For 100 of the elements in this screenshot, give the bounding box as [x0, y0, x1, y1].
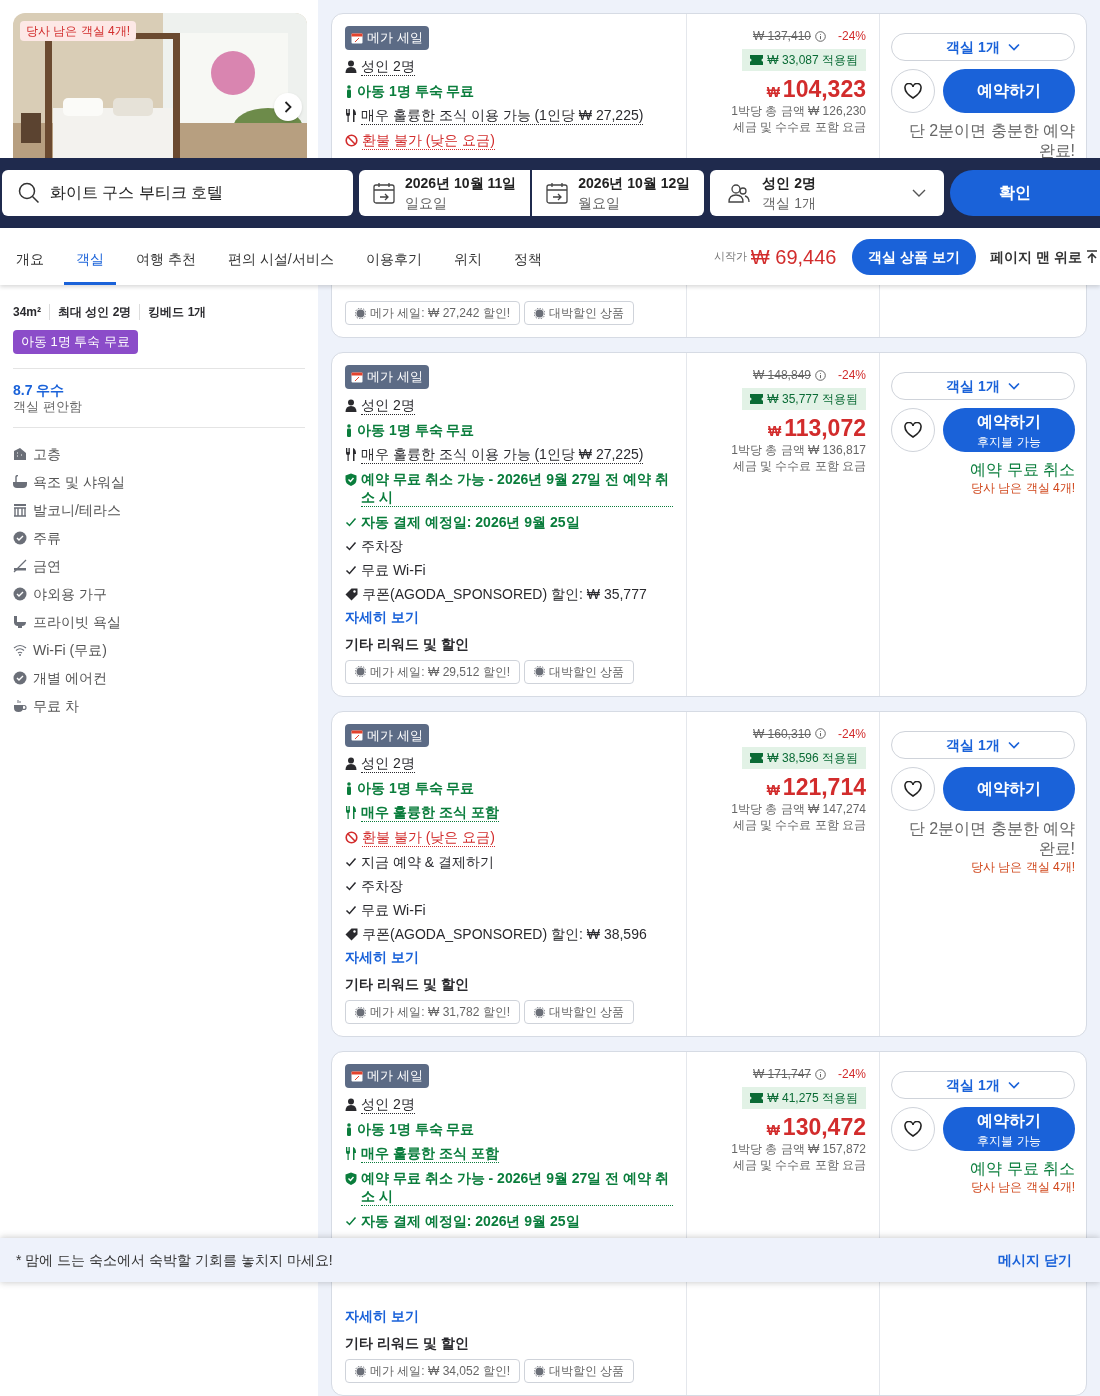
tax-note: 세금 및 수수료 포함 요금 — [732, 1157, 866, 1173]
currency-symbol: ₩ — [766, 780, 780, 800]
chevron-down-icon — [1007, 740, 1020, 749]
check-in-field[interactable]: 2026년 10월 11일 일요일 — [359, 170, 531, 216]
amenity-label: 고층 — [33, 444, 61, 464]
search-field[interactable]: 화이트 구스 부티크 호텔 — [2, 170, 353, 216]
mega-sale-tag: 메가 세일 — [345, 365, 429, 389]
bathtub-icon — [13, 474, 27, 489]
check-circle-icon — [13, 670, 27, 685]
confirm-button[interactable]: 확인 — [950, 170, 1100, 216]
check-out-field[interactable]: 2026년 10월 12일 월요일 — [532, 170, 705, 216]
offer-feature: 쿠폰(AGODA_SPONSORED) 할인: ₩ 38,596 — [362, 925, 647, 943]
room-price: 121,714 — [782, 772, 866, 801]
tag-icon — [345, 928, 358, 941]
offer-feature: 환불 불가 (낮은 요금) — [362, 130, 495, 150]
tax-note: 세금 및 수수료 포함 요금 — [732, 119, 866, 135]
rooms-left-note: 당사 남은 객실 4개! — [971, 1179, 1075, 1195]
ban-icon — [345, 831, 358, 844]
badge-icon — [355, 307, 366, 319]
person-icon — [345, 59, 357, 73]
check-icon — [345, 515, 357, 528]
check-icon — [345, 563, 357, 576]
child-icon — [345, 1122, 353, 1136]
rating-score: 8.7 우수 — [13, 380, 66, 399]
mega-sale-tag: 메가 세일 — [345, 26, 429, 50]
offer-feature: 예약 무료 취소 가능 - 2026년 9월 27일 전 예약 취소 시 — [361, 469, 673, 507]
offer-feature: 무료 Wi-Fi — [361, 901, 426, 919]
search-input[interactable]: 화이트 구스 부티크 호텔 — [50, 181, 337, 205]
section-tab[interactable]: 객실 — [64, 228, 116, 285]
section-tab[interactable]: 이용후기 — [353, 228, 434, 285]
person-icon — [345, 1097, 357, 1111]
chevron-down-icon — [1007, 382, 1020, 390]
reward-badge: 대박할인 상품 — [524, 1359, 635, 1383]
teacup-icon — [13, 698, 27, 713]
badge-icon — [534, 1365, 546, 1377]
people-icon — [728, 183, 751, 203]
check-icon — [345, 856, 357, 868]
calendar-icon — [351, 1069, 363, 1082]
heart-icon — [904, 1121, 922, 1137]
badge-icon — [534, 666, 546, 677]
badge-icon — [534, 1006, 546, 1018]
info-icon — [815, 728, 826, 739]
wifi-icon — [13, 642, 27, 657]
calendar-icon — [373, 182, 395, 204]
cutlery-icon — [345, 1146, 357, 1160]
check-icon — [345, 904, 357, 916]
rewards-title: 기타 리워드 및 할인 — [345, 1334, 470, 1353]
room-price: 113,072 — [784, 414, 866, 442]
mega-sale-tag: 메가 세일 — [345, 1064, 429, 1088]
offer-feature: 매우 훌륭한 조식 이용 가능 (1인당 ₩ 27,225) — [361, 105, 644, 125]
building-icon — [13, 446, 27, 461]
cutlery-icon — [345, 447, 357, 461]
details-link[interactable]: 자세히 보기 — [345, 947, 419, 967]
section-tab[interactable]: 개요 — [4, 228, 56, 285]
offer-feature: 아동 1명 투숙 무료 — [357, 1119, 475, 1138]
offer-feature: 지금 예약 & 결제하기 — [361, 853, 494, 871]
book-button[interactable]: 예약하기 후지불 가능 — [943, 1107, 1075, 1151]
room-spec: 34m² — [13, 304, 41, 320]
coupon-applied-badge: ₩ 33,087 적용됨 — [742, 49, 866, 71]
section-tab[interactable]: 편의 시설/서비스 — [215, 228, 346, 285]
child-policy-badge: 아동 1명 투숙 무료 — [13, 330, 139, 354]
book-button[interactable]: 예약하기 — [943, 69, 1075, 113]
offer-feature: 아동 1명 투숙 무료 — [357, 420, 475, 439]
balcony-icon — [13, 502, 27, 517]
tax-note: 세금 및 수수료 포함 요금 — [732, 458, 866, 474]
back-to-top-link[interactable]: 페이지 맨 위로 — [990, 246, 1098, 267]
check-icon — [345, 880, 357, 892]
room-price: 130,472 — [782, 1113, 866, 1141]
section-tab[interactable]: 여행 추천 — [124, 228, 208, 285]
section-tab[interactable]: 위치 — [441, 228, 494, 285]
chevron-right-icon — [284, 101, 292, 113]
close-message-button[interactable]: 메시지 닫기 — [998, 1250, 1072, 1270]
view-rooms-button[interactable]: 객실 상품 보기 — [852, 238, 977, 275]
offer-feature: 주차장 — [361, 536, 403, 555]
ticket-icon — [750, 752, 764, 763]
info-icon — [815, 369, 826, 381]
details-link[interactable]: 자세히 보기 — [345, 606, 419, 627]
toilet-icon — [13, 614, 27, 629]
heart-icon — [904, 780, 922, 797]
availability-badge: 당사 남은 객실 4개! — [20, 21, 136, 41]
original-price: ₩ 160,310 — [752, 725, 811, 742]
book-button[interactable]: 예약하기 — [943, 766, 1075, 811]
shield-icon — [345, 1171, 357, 1185]
search-icon — [18, 182, 40, 204]
amenity-label: 발코니/테라스 — [33, 500, 121, 520]
room-spec: 최대 성인 2명 — [49, 304, 132, 320]
book-button[interactable]: 예약하기 후지불 가능 — [943, 408, 1075, 452]
child-icon — [345, 782, 353, 795]
original-price: ₩ 137,410 — [752, 28, 811, 44]
offer-feature: 예약 무료 취소 가능 - 2026년 9월 27일 전 예약 취소 시 — [361, 1168, 673, 1206]
details-link[interactable]: 자세히 보기 — [345, 1306, 419, 1326]
info-icon — [815, 30, 826, 42]
badge-icon — [355, 666, 366, 677]
guests-dropdown[interactable]: 성인 2명 객실 1개 — [710, 170, 944, 216]
section-tab[interactable]: 정책 — [501, 228, 554, 285]
person-icon — [345, 398, 357, 412]
original-price: ₩ 171,747 — [752, 1066, 811, 1082]
offer-feature: 쿠폰(AGODA_SPONSORED) 할인: ₩ 35,777 — [362, 584, 647, 603]
room-price: 104,323 — [782, 75, 866, 103]
booking-note: 단 2분이면 충분한 예약 완료! — [907, 121, 1075, 161]
